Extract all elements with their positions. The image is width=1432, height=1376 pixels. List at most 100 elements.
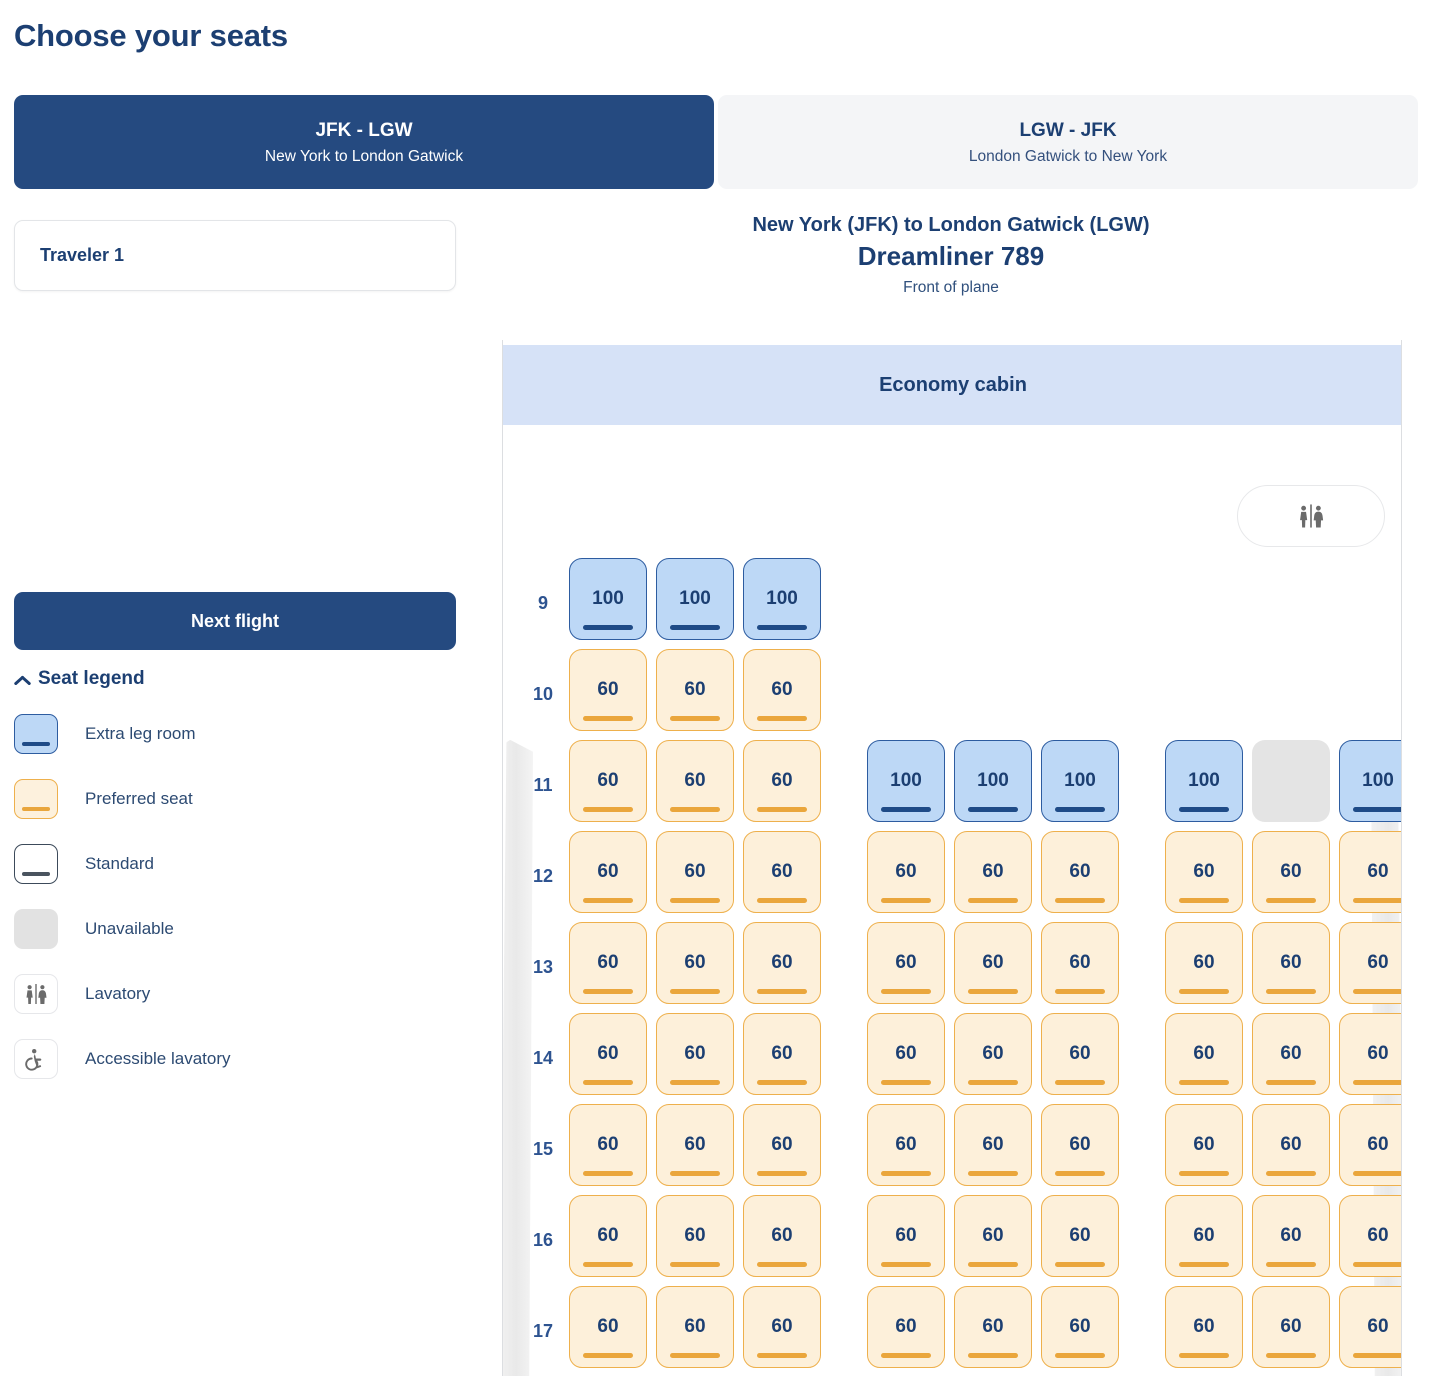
seat[interactable]: 100 [954,740,1032,822]
seat[interactable]: 60 [1165,831,1243,913]
seat[interactable]: 60 [867,1195,945,1277]
seat[interactable]: 60 [656,922,734,1004]
seat-price: 60 [982,1043,1003,1065]
legend-label-extra-leg-room: Extra leg room [85,724,196,744]
seat[interactable]: 60 [1339,1013,1402,1095]
seat-back-indicator [757,807,807,812]
seat[interactable]: 60 [569,1104,647,1186]
seat-price: 60 [895,1134,916,1156]
lavatory-facility[interactable] [1237,485,1385,547]
seat[interactable]: 60 [656,1104,734,1186]
extra-leg-room-swatch-icon [14,714,58,754]
seat[interactable]: 60 [656,1013,734,1095]
seat[interactable]: 100 [743,558,821,640]
aisle [839,831,867,913]
tab-return-flight[interactable]: LGW - JFK London Gatwick to New York [718,95,1418,189]
seat[interactable]: 60 [656,740,734,822]
seat[interactable]: 60 [1252,831,1330,913]
aisle [839,1195,867,1277]
seat[interactable]: 60 [867,1286,945,1368]
seat-price: 60 [597,952,618,974]
seat-map-route: New York (JFK) to London Gatwick (LGW) [500,212,1402,239]
seat[interactable]: 60 [954,831,1032,913]
seat-price: 60 [1193,1225,1214,1247]
seat[interactable]: 60 [954,922,1032,1004]
seat[interactable]: 60 [1165,1286,1243,1368]
seat[interactable]: 60 [867,831,945,913]
seat[interactable]: 60 [1252,1286,1330,1368]
next-flight-button[interactable]: Next flight [14,592,456,650]
aisle [839,558,867,640]
seat[interactable]: 60 [743,922,821,1004]
seat[interactable]: 60 [954,1104,1032,1186]
seat[interactable]: 100 [569,558,647,640]
seat-price: 60 [895,952,916,974]
seat[interactable]: 60 [569,740,647,822]
seat[interactable]: 60 [656,1195,734,1277]
seat[interactable]: 60 [1165,1013,1243,1095]
seat[interactable]: 60 [743,1013,821,1095]
seat[interactable]: 60 [743,1195,821,1277]
seat[interactable]: 60 [656,831,734,913]
seat-group: 606060 [569,740,839,822]
seat[interactable]: 60 [1041,1104,1119,1186]
seat-back-indicator [1055,807,1105,812]
seat[interactable]: 60 [569,1013,647,1095]
seat[interactable]: 60 [954,1286,1032,1368]
seat-row: 14606060606060606060 [503,1013,1402,1104]
seat-price: 60 [771,1225,792,1247]
seat[interactable]: 60 [867,1104,945,1186]
seat[interactable]: 60 [1339,922,1402,1004]
seat[interactable]: 60 [1041,1013,1119,1095]
seat[interactable]: 60 [1165,922,1243,1004]
seat[interactable]: 60 [569,1286,647,1368]
seat[interactable]: 60 [1041,831,1119,913]
seat[interactable]: 60 [1041,922,1119,1004]
seat[interactable]: 60 [867,1013,945,1095]
seat[interactable]: 60 [743,1286,821,1368]
legend-item-standard: Standard [14,831,456,896]
seat[interactable]: 60 [569,649,647,731]
seat[interactable]: 60 [1339,1104,1402,1186]
seat[interactable]: 100 [1339,740,1402,822]
seat[interactable]: 60 [1165,1195,1243,1277]
seat[interactable]: 60 [743,831,821,913]
seat-back-indicator [1179,1353,1229,1358]
seat[interactable]: 60 [1252,922,1330,1004]
seat[interactable]: 60 [743,740,821,822]
seat-back-indicator [1179,807,1229,812]
seat-price: 60 [895,861,916,883]
traveler-selector[interactable]: Traveler 1 [14,220,456,291]
seat[interactable]: 60 [1041,1286,1119,1368]
seat[interactable]: 100 [867,740,945,822]
seat[interactable]: 60 [1339,1195,1402,1277]
seat-price: 60 [1367,1225,1388,1247]
seat[interactable]: 60 [1339,831,1402,913]
seat[interactable]: 60 [954,1013,1032,1095]
seat[interactable]: 60 [1165,1104,1243,1186]
seat[interactable]: 60 [743,1104,821,1186]
seat[interactable]: 100 [656,558,734,640]
seat[interactable]: 100 [1041,740,1119,822]
aisle [839,1286,867,1368]
aisle [839,1104,867,1186]
seat[interactable]: 60 [867,922,945,1004]
seat[interactable]: 60 [1339,1286,1402,1368]
seat[interactable]: 60 [1252,1195,1330,1277]
seat-back-indicator [757,1171,807,1176]
aisle [839,922,867,1004]
seat[interactable]: 60 [1041,1195,1119,1277]
seat[interactable]: 60 [656,649,734,731]
seat[interactable]: 60 [569,831,647,913]
seat[interactable]: 100 [1165,740,1243,822]
seat[interactable]: 60 [569,1195,647,1277]
seat[interactable]: 60 [743,649,821,731]
seat[interactable]: 60 [1252,1013,1330,1095]
tab-outbound-flight[interactable]: JFK - LGW New York to London Gatwick [14,95,714,189]
seat[interactable]: 60 [1252,1104,1330,1186]
seat[interactable]: 60 [954,1195,1032,1277]
seat-price: 60 [771,861,792,883]
seat[interactable]: 60 [656,1286,734,1368]
seat[interactable]: 60 [569,922,647,1004]
seat-legend-toggle[interactable]: Seat legend [14,668,456,690]
